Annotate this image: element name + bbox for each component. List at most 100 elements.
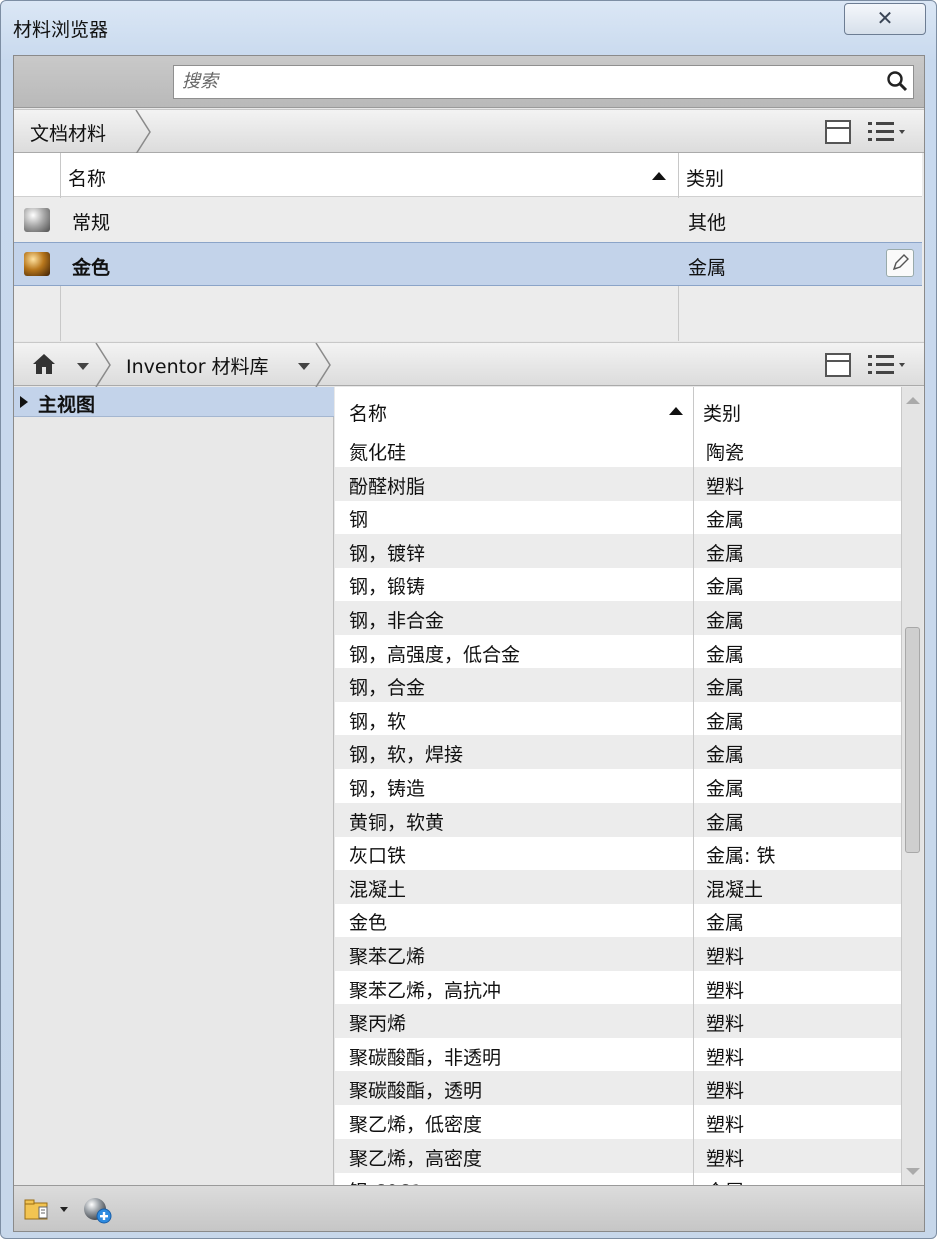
home-icon[interactable]: [32, 353, 56, 375]
column-header-name[interactable]: 名称: [349, 399, 387, 426]
home-dropdown-icon[interactable]: [77, 363, 89, 370]
library-menu-dropdown-icon[interactable]: [60, 1207, 68, 1212]
table-row-selected[interactable]: 金色 金属: [14, 242, 922, 286]
material-name: 金色: [349, 912, 388, 935]
table-row[interactable]: 聚乙烯，高密度 塑料: [335, 1138, 901, 1173]
material-name: 铝 6061: [349, 1177, 422, 1185]
material-category: 金属: [706, 576, 745, 599]
table-row[interactable]: 聚碳酸酯，透明 塑料: [335, 1071, 901, 1106]
library-breadcrumb-bar: Inventor 材料库: [14, 342, 924, 387]
table-row[interactable]: 常规 其他: [14, 198, 922, 242]
scroll-down-arrow-icon[interactable]: [906, 1168, 920, 1175]
breadcrumb-inventor-library[interactable]: Inventor 材料库: [126, 352, 269, 379]
material-category: 金属: [706, 912, 745, 935]
material-name: 金色: [72, 257, 111, 279]
tree-item-main-view[interactable]: 主视图: [14, 387, 334, 417]
table-row[interactable]: 聚丙烯 塑料: [335, 1004, 901, 1039]
library-dropdown-icon[interactable]: [298, 363, 310, 370]
table-row[interactable]: 钢，合金 金属: [335, 668, 901, 703]
table-row[interactable]: 钢，高强度，低合金 金属: [335, 635, 901, 669]
vertical-scrollbar[interactable]: [901, 387, 923, 1185]
table-row[interactable]: 钢，软，焊接 金属: [335, 735, 901, 770]
table-row[interactable]: 混凝土 混凝土: [335, 869, 901, 904]
search-input[interactable]: 搜索: [173, 65, 914, 99]
table-row[interactable]: 聚乙烯，低密度 塑料: [335, 1105, 901, 1139]
material-category: 金属: [706, 778, 745, 800]
material-category: 金属: [706, 643, 745, 666]
material-category: 金属: [706, 744, 745, 767]
material-name: 钢，非合金: [349, 610, 445, 632]
table-row[interactable]: 钢，非合金 金属: [335, 601, 901, 635]
material-category: 金属: [706, 1177, 744, 1185]
material-name: 酚醛树脂: [349, 475, 426, 498]
material-name: 钢，高强度，低合金: [349, 643, 521, 666]
table-row[interactable]: 钢，软 金属: [335, 702, 901, 736]
table-row[interactable]: 聚苯乙烯 塑料: [335, 937, 901, 971]
material-category: 金属: [688, 257, 727, 279]
material-category: 金属: [706, 542, 745, 565]
toggle-panel-icon[interactable]: [825, 120, 851, 144]
toggle-panel-icon[interactable]: [825, 353, 851, 377]
title-bar[interactable]: 材料浏览器 ✕: [1, 1, 936, 51]
material-name: 钢: [349, 509, 369, 532]
material-category: 塑料: [706, 1147, 745, 1170]
material-name: 氮化硅: [349, 442, 407, 464]
library-manager-icon[interactable]: [24, 1198, 50, 1220]
document-materials-table: 名称 类别 常规 其他 金色 金属: [14, 153, 924, 341]
footer-toolbar: [14, 1185, 924, 1231]
list-view-icon[interactable]: [866, 119, 906, 145]
expand-triangle-icon[interactable]: [20, 396, 28, 408]
scroll-thumb[interactable]: [905, 627, 920, 853]
list-view-icon[interactable]: [866, 352, 906, 378]
column-divider: [693, 387, 694, 1185]
material-name: 常规: [72, 212, 111, 234]
material-category: 金属: 铁: [706, 845, 776, 868]
column-header-name[interactable]: 名称: [68, 164, 106, 191]
material-name: 聚乙烯，低密度: [349, 1114, 483, 1136]
table-row[interactable]: 聚苯乙烯，高抗冲 塑料: [335, 971, 901, 1005]
material-name: 钢，合金: [349, 677, 426, 700]
search-icon[interactable]: [885, 69, 909, 93]
material-category: 塑料: [706, 1013, 745, 1036]
window-title: 材料浏览器: [13, 19, 109, 41]
material-category: 混凝土: [706, 878, 764, 901]
material-name: 钢，软，焊接: [349, 744, 464, 767]
table-row[interactable]: 铝 6061 金属: [335, 1172, 901, 1185]
column-header-category[interactable]: 类别: [686, 164, 724, 191]
document-breadcrumb-bar: 文档材料: [14, 109, 924, 154]
material-browser-window: 材料浏览器 ✕ 搜索 文档材料 名称 类别 常规 其他 金色 金属 Invent…: [0, 0, 937, 1239]
table-row[interactable]: 钢，镀锌 金属: [335, 533, 901, 568]
gray-sphere-swatch-icon: [24, 208, 50, 232]
search-bar: 搜索: [14, 56, 924, 108]
table-row[interactable]: 钢，锻铸 金属: [335, 567, 901, 601]
material-category: 金属: [706, 710, 745, 733]
material-name: 钢，铸造: [349, 778, 426, 800]
column-header-category[interactable]: 类别: [703, 399, 741, 426]
breadcrumb-document-materials[interactable]: 文档材料: [30, 119, 106, 146]
table-row[interactable]: 聚碳酸酯，非透明 塑料: [335, 1038, 901, 1072]
library-materials-table: 名称 类别 氮化硅 陶瓷 酚醛树脂 塑料钢金属 钢，镀锌 金属 钢，锻铸 金属 钢，非合金 金属钢…: [335, 387, 901, 1185]
table-row[interactable]: 黄铜，软黄 金属: [335, 802, 901, 837]
material-category: 陶瓷: [706, 442, 745, 464]
edit-material-button[interactable]: [886, 249, 914, 277]
material-name: 聚丙烯: [349, 1013, 407, 1036]
breadcrumb-chevron-icon: [95, 343, 111, 387]
table-row[interactable]: 钢 金属: [335, 500, 901, 534]
table-row[interactable]: 酚醛树脂 塑料: [335, 466, 901, 501]
material-category: 塑料: [706, 1046, 745, 1069]
material-name: 聚苯乙烯，高抗冲: [349, 979, 502, 1002]
material-name: 聚苯乙烯: [349, 946, 426, 968]
scroll-up-arrow-icon[interactable]: [906, 397, 920, 404]
material-category: 塑料: [706, 1080, 745, 1103]
table-row[interactable]: 氮化硅 陶瓷: [335, 433, 901, 467]
create-material-icon[interactable]: [82, 1196, 112, 1224]
sort-ascending-icon: [669, 407, 683, 415]
close-button[interactable]: ✕: [844, 3, 926, 35]
material-category: 金属: [706, 610, 745, 632]
material-name: 聚碳酸酯，透明: [349, 1080, 483, 1103]
breadcrumb-chevron-icon: [135, 110, 151, 154]
material-category: 塑料: [706, 1114, 745, 1136]
table-row[interactable]: 灰口铁 金属: 铁: [335, 836, 901, 870]
table-row[interactable]: 金色 金属: [335, 903, 901, 937]
table-row[interactable]: 钢，铸造 金属: [335, 769, 901, 803]
